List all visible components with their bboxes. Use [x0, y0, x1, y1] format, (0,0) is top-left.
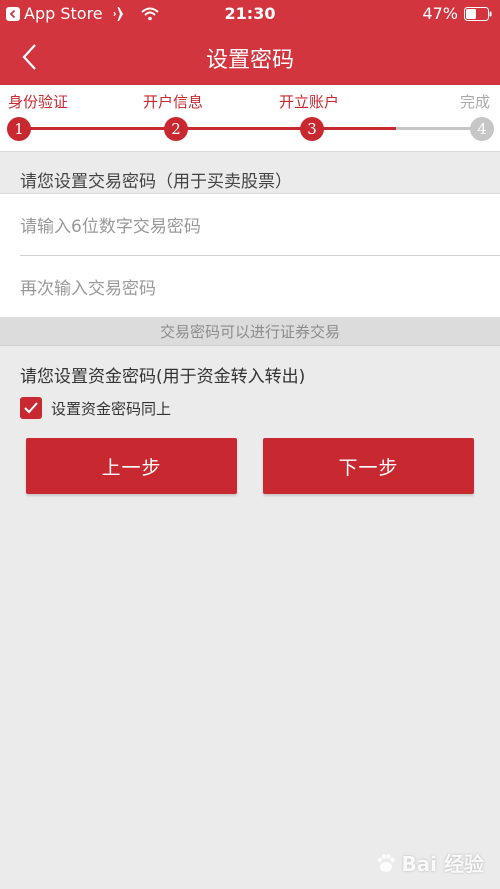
step-circle-4: 4 [470, 117, 494, 141]
step-label-account-info: 开户信息 [143, 93, 204, 111]
fund-password-section-title: 请您设置资金密码(用于资金转入转出) [20, 367, 306, 387]
step-line-completed [20, 127, 396, 130]
status-bar: App Store 21:30 47% [0, 0, 500, 28]
same-password-label[interactable]: 设置资金密码同上 [51, 398, 171, 419]
trade-password-section-title: 请您设置交易密码（用于买卖股票） [20, 172, 292, 192]
paw-logo-icon [378, 853, 396, 872]
same-password-option[interactable]: 设置资金密码同上 [20, 397, 171, 419]
trade-password-confirm-input[interactable]: 再次输入交易密码 [0, 256, 500, 317]
trade-password-input[interactable]: 请输入6位数字交易密码 [0, 194, 500, 255]
step-circle-2: 2 [164, 117, 188, 141]
next-step-button[interactable]: 下一步 [263, 438, 474, 494]
watermark-text: Bai 经验 [401, 852, 484, 876]
baidu-jingyan-watermark: Bai 经验 [375, 848, 484, 877]
page-title: 设置密码 [205, 48, 294, 73]
same-password-checkbox[interactable] [20, 397, 42, 419]
navigation-bar: 设置密码 [0, 28, 500, 85]
step-label-complete: 完成 [460, 93, 491, 111]
step-circle-3: 3 [300, 117, 324, 141]
previous-step-button[interactable]: 上一步 [26, 438, 237, 494]
battery-percent: 47% [422, 4, 458, 23]
trade-password-panel: 请输入6位数字交易密码 再次输入交易密码 [0, 193, 500, 317]
status-bar-right: 47% [422, 4, 492, 23]
step-circle-1: 1 [7, 117, 31, 141]
step-label-open-account: 开立账户 [279, 93, 340, 111]
trade-password-hint: 交易密码可以进行证券交易 [0, 317, 500, 346]
battery-icon [464, 6, 492, 21]
progress-stepper: 身份验证 开户信息 开立账户 完成 1 2 3 4 [0, 85, 500, 152]
step-label-identity: 身份验证 [8, 93, 69, 111]
checkmark-icon [24, 402, 38, 414]
